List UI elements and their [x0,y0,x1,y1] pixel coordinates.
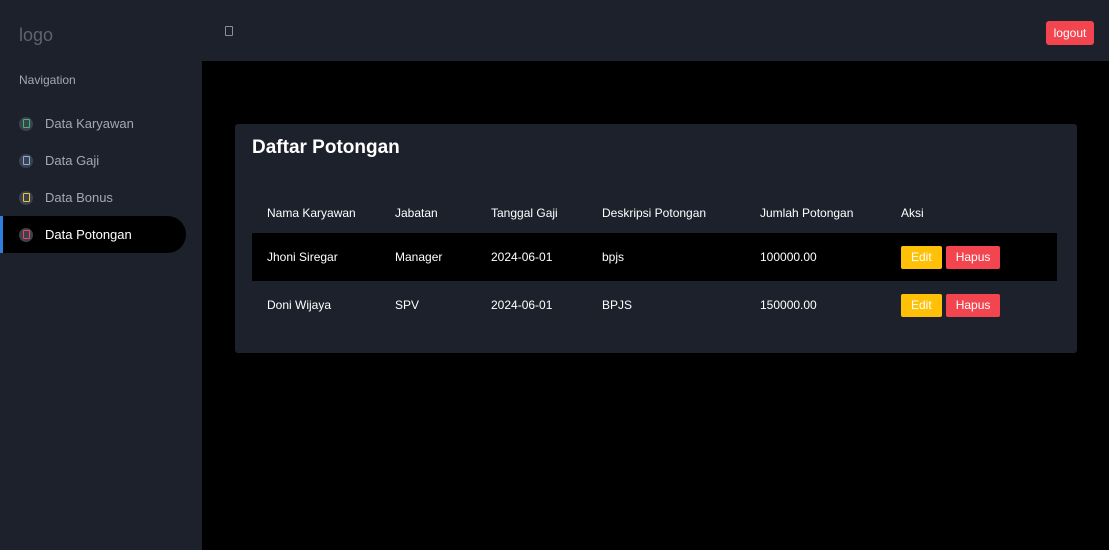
deductions-table: Nama Karyawan Jabatan Tanggal Gaji Deskr… [252,193,1057,329]
topbar: logout [202,0,1109,61]
deductions-card: Daftar Potongan Nama Karyawan Jabatan Ta… [235,124,1077,353]
cell-nama: Jhoni Siregar [252,233,380,281]
column-header-jabatan: Jabatan [395,206,438,220]
page-title: Daftar Potongan [252,137,400,158]
edit-button[interactable]: Edit [901,293,942,317]
edit-button[interactable]: Edit [901,245,942,269]
sidebar-item-data-bonus[interactable]: Data Bonus [0,179,186,216]
sidebar-item-data-potongan[interactable]: Data Potongan [0,216,186,253]
gift-icon [19,190,33,205]
sidebar-item-label: Data Potongan [45,227,132,242]
table-row: Doni Wijaya SPV 2024-06-01 BPJS 150000.0… [252,281,1057,329]
column-header-tanggal-gaji: Tanggal Gaji [491,206,558,220]
money-icon [19,153,33,168]
cell-deskripsi: BPJS [602,298,633,312]
sidebar-item-label: Data Karyawan [45,116,134,131]
column-header-nama-karyawan: Nama Karyawan [267,206,356,220]
logout-button[interactable]: logout [1046,21,1094,45]
sidebar-item-label: Data Bonus [45,190,113,205]
table-header-row: Nama Karyawan Jabatan Tanggal Gaji Deskr… [252,193,1057,233]
cell-aksi: Edit Hapus [886,281,1057,329]
sidebar-item-label: Data Gaji [45,153,100,168]
cell-jumlah: 150000.00 [760,298,817,312]
id-card-icon [19,116,33,131]
cell-jabatan: Manager [380,233,476,281]
column-header-jumlah-potongan: Jumlah Potongan [760,206,854,220]
delete-button[interactable]: Hapus [945,245,1001,269]
cell-aksi: Edit Hapus [886,233,1057,281]
sidebar-item-data-karyawan[interactable]: Data Karyawan [0,105,186,142]
cell-tanggal: 2024-06-01 [476,233,587,281]
cell-deskripsi: bpjs [587,233,745,281]
cell-tanggal: 2024-06-01 [491,298,553,312]
column-header-aksi: Aksi [901,206,924,220]
menu-toggle-icon[interactable] [225,26,233,36]
sidebar: logo Navigation Data Karyawan Data Gaji … [0,0,202,550]
cell-nama: Doni Wijaya [267,298,332,312]
column-header-deskripsi-potongan: Deskripsi Potongan [602,206,707,220]
logo[interactable]: logo [0,0,202,61]
sidebar-item-data-gaji[interactable]: Data Gaji [0,142,186,179]
nav-list: Data Karyawan Data Gaji Data Bonus Data … [0,105,202,253]
scissors-icon [19,227,33,242]
cell-jabatan: SPV [395,298,420,312]
table-row: Jhoni Siregar Manager 2024-06-01 bpjs 10… [252,233,1057,281]
delete-button[interactable]: Hapus [945,293,1001,317]
nav-heading: Navigation [19,73,76,87]
cell-jumlah: 100000.00 [745,233,886,281]
